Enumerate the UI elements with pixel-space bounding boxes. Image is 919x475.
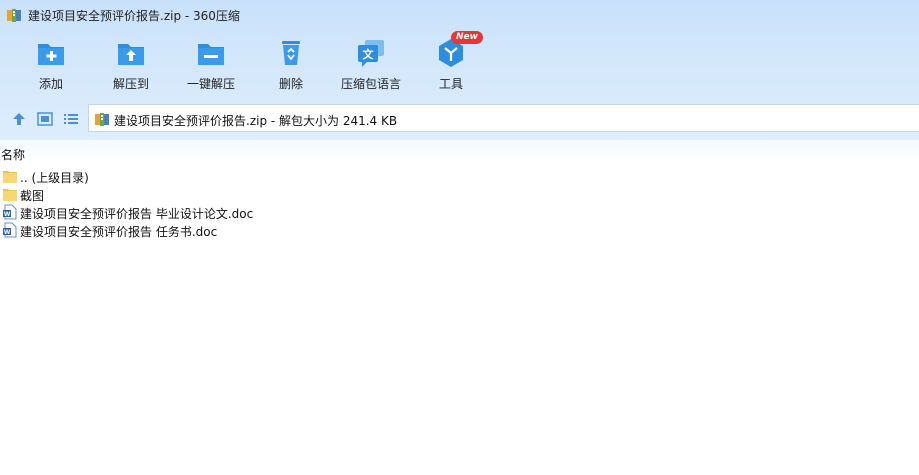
delete-label: 删除 — [278, 77, 303, 91]
list-view-icon[interactable] — [63, 112, 79, 126]
svg-text:W: W — [4, 211, 11, 218]
tools-label: 工具 — [438, 77, 463, 91]
svg-text:文: 文 — [363, 47, 375, 61]
archive-language-label: 压缩包语言 — [340, 77, 401, 91]
toolbar: 添加 解压到 一键解压 删除 文 压缩包语言 New 工具 — [0, 30, 919, 100]
add-folder-icon — [38, 44, 64, 65]
extract-to-label: 解压到 — [112, 77, 149, 91]
file-name: 建设项目安全预评价报告 任务书.doc — [20, 225, 218, 239]
one-click-extract-icon — [198, 44, 224, 65]
title-bar: 建设项目安全预评价报告.zip - 360压缩 — [0, 0, 919, 30]
zip-archive-icon — [7, 9, 21, 22]
navigation-row: 建设项目安全预评价报告.zip - 解包大小为 241.4 KB — [0, 104, 919, 134]
tools-button[interactable]: New 工具 — [411, 31, 491, 97]
thumbnail-view-icon[interactable] — [37, 112, 53, 126]
file-name: 建设项目安全预评价报告 毕业设计论文.doc — [20, 207, 254, 221]
new-badge: New — [451, 31, 483, 44]
file-name: .. (上级目录) — [20, 171, 89, 185]
folder-icon — [3, 189, 17, 201]
list-item[interactable]: W 建设项目安全预评价报告 毕业设计论文.doc — [0, 203, 919, 221]
extract-to-folder-icon — [118, 44, 144, 65]
zip-archive-icon — [95, 113, 109, 126]
word-document-icon: W — [3, 204, 17, 220]
archive-language-button[interactable]: 文 压缩包语言 — [331, 37, 411, 97]
add-label: 添加 — [38, 77, 63, 91]
up-arrow-icon[interactable] — [11, 112, 27, 126]
one-click-extract-label: 一键解压 — [186, 77, 235, 91]
recycle-bin-icon — [282, 41, 300, 65]
list-item[interactable]: .. (上级目录) — [0, 167, 919, 185]
list-item[interactable]: W 建设项目安全预评价报告 任务书.doc — [0, 221, 919, 239]
one-click-extract-button[interactable]: 一键解压 — [171, 37, 251, 97]
path-text: 建设项目安全预评价报告.zip - 解包大小为 241.4 KB — [114, 114, 398, 128]
top-area: 建设项目安全预评价报告.zip - 360压缩 添加 解压到 一键解压 删除 文… — [0, 0, 919, 140]
column-header-name[interactable]: 名称 — [0, 140, 919, 162]
add-button[interactable]: 添加 — [11, 37, 91, 97]
svg-text:W: W — [4, 229, 11, 236]
folder-icon — [3, 171, 17, 183]
path-bar[interactable]: 建设项目安全预评价报告.zip - 解包大小为 241.4 KB — [88, 104, 919, 132]
column-name-label: 名称 — [1, 148, 26, 162]
extract-to-button[interactable]: 解压到 — [91, 37, 171, 97]
window-title: 建设项目安全预评价报告.zip - 360压缩 — [28, 9, 240, 23]
list-item[interactable]: 截图 — [0, 185, 919, 203]
file-name: 截图 — [20, 189, 45, 203]
word-document-icon: W — [3, 222, 17, 238]
language-icon: 文 — [358, 40, 384, 67]
delete-button[interactable]: 删除 — [251, 37, 331, 97]
